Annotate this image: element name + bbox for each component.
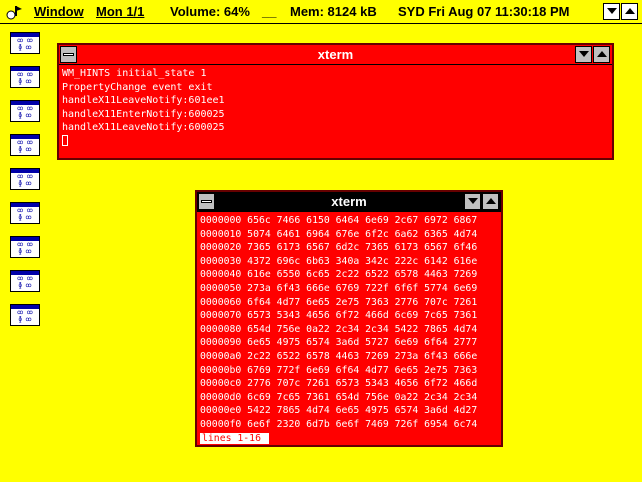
minimize-button[interactable] <box>603 3 620 20</box>
window-menu[interactable]: Window <box>34 4 84 19</box>
window-1-maximize-button[interactable] <box>593 46 610 63</box>
text-cursor <box>62 134 68 146</box>
terminal-line: handleX11LeaveNotify:601ee1 <box>62 95 225 107</box>
xterm-launcher-icon[interactable]: ꝏ ꝏɸ ꝏ <box>10 134 40 156</box>
terminal-line: 0000010 5074 6461 6964 676e 6f2c 6a62 63… <box>200 228 478 240</box>
volume-indicator[interactable]: Volume: 64% <box>170 4 250 19</box>
window-2-titlebar[interactable]: xterm <box>197 192 501 212</box>
window-1-title: xterm <box>317 47 354 62</box>
terminal-line: 00000d0 6c69 7c65 7361 654d 756e 0a22 2c… <box>200 391 478 403</box>
terminal-line: 0000090 6e65 4975 6574 3a6d 5727 6e69 6f… <box>200 337 478 349</box>
window-2-minimize-button[interactable] <box>464 193 481 210</box>
top-menu-bar: Window Mon 1/1 Volume: 64% __ Mem: 8124 … <box>0 0 642 24</box>
terminal-line: 0000060 6f64 4d77 6e65 2e75 7363 2776 70… <box>200 296 478 308</box>
terminal-line: 00000a0 2c22 6522 6578 4463 7269 273a 6f… <box>200 350 478 362</box>
terminal-line: 0000020 7365 6173 6567 6d2c 7365 6173 65… <box>200 242 478 254</box>
window-1-minimize-button[interactable] <box>575 46 592 63</box>
terminal-line: 0000050 273a 6f43 666e 6769 722f 6f6f 57… <box>200 282 478 294</box>
terminal-line: 00000f0 6e6f 2320 6d7b 6e6f 7469 726f 69… <box>200 418 478 430</box>
chevron-down-icon <box>607 8 617 14</box>
terminal-line: PropertyChange event exit <box>62 81 213 93</box>
chevron-up-icon <box>597 51 607 57</box>
terminal-line: 00000b0 6769 772f 6e69 6f64 4d77 6e65 2e… <box>200 364 478 376</box>
chevron-down-icon <box>468 198 478 204</box>
maximize-button[interactable] <box>621 3 638 20</box>
window-2-title: xterm <box>331 194 367 209</box>
terminal-line: 0000080 654d 756e 0a22 2c34 2c34 5422 78… <box>200 323 478 335</box>
app-window-icon[interactable] <box>4 3 26 21</box>
xterm-launcher-icon[interactable]: ꝏ ꝏɸ ꝏ <box>10 236 40 258</box>
xterm-launcher-icon[interactable]: ꝏ ꝏɸ ꝏ <box>10 66 40 88</box>
window-2-terminal-output[interactable]: 0000000 656c 7466 6150 6464 6e69 2c67 69… <box>200 214 498 445</box>
xterm-window-2[interactable]: xterm 0000000 656c 7466 6150 6464 6e69 2… <box>195 190 503 447</box>
xterm-launcher-icon[interactable]: ꝏ ꝏɸ ꝏ <box>10 168 40 190</box>
xterm-launcher-icon[interactable]: ꝏ ꝏɸ ꝏ <box>10 304 40 326</box>
terminal-line: 00000e0 5422 7865 4d74 6e65 4975 6574 3a… <box>200 405 478 417</box>
xterm-launcher-icon[interactable]: ꝏ ꝏɸ ꝏ <box>10 100 40 122</box>
xterm-launcher-icon[interactable]: ꝏ ꝏɸ ꝏ <box>10 202 40 224</box>
terminal-line: 0000040 616e 6550 6c65 2c22 6522 6578 44… <box>200 269 478 281</box>
clock: SYD Fri Aug 07 11:30:18 PM <box>398 4 570 19</box>
terminal-line: 0000070 6573 5343 4656 6f72 466d 6c69 7c… <box>200 310 478 322</box>
memory-indicator: Mem: 8124 kB <box>290 4 377 19</box>
window-menu-label: Window <box>34 4 84 19</box>
terminal-line: handleX11EnterNotify:600025 <box>62 108 225 120</box>
window-1-titlebar[interactable]: xterm <box>59 45 612 65</box>
chevron-up-icon <box>625 8 635 14</box>
terminal-line: handleX11LeaveNotify:600025 <box>62 122 225 134</box>
monitor-indicator[interactable]: Mon 1/1 <box>96 4 144 19</box>
pager-status: lines 1-16 <box>200 432 269 444</box>
separator-text: __ <box>262 4 277 19</box>
xterm-launcher-icon[interactable]: ꝏ ꝏɸ ꝏ <box>10 270 40 292</box>
xterm-launcher-icon[interactable]: ꝏ ꝏɸ ꝏ <box>10 32 40 54</box>
chevron-down-icon <box>579 51 589 57</box>
xterm-window-1[interactable]: xterm WM_HINTS initial_state 1 PropertyCh… <box>57 43 614 160</box>
terminal-line: 0000030 4372 696c 6b63 340a 342c 222c 61… <box>200 255 478 267</box>
terminal-line: WM_HINTS initial_state 1 <box>62 68 207 79</box>
window-1-terminal-output[interactable]: WM_HINTS initial_state 1 PropertyChange e… <box>62 67 609 149</box>
chevron-up-icon <box>486 198 496 204</box>
terminal-line: 0000000 656c 7466 6150 6464 6e69 2c67 69… <box>200 215 478 226</box>
terminal-line: 00000c0 2776 707c 7261 6573 5343 4656 6f… <box>200 378 478 390</box>
window-2-maximize-button[interactable] <box>482 193 499 210</box>
